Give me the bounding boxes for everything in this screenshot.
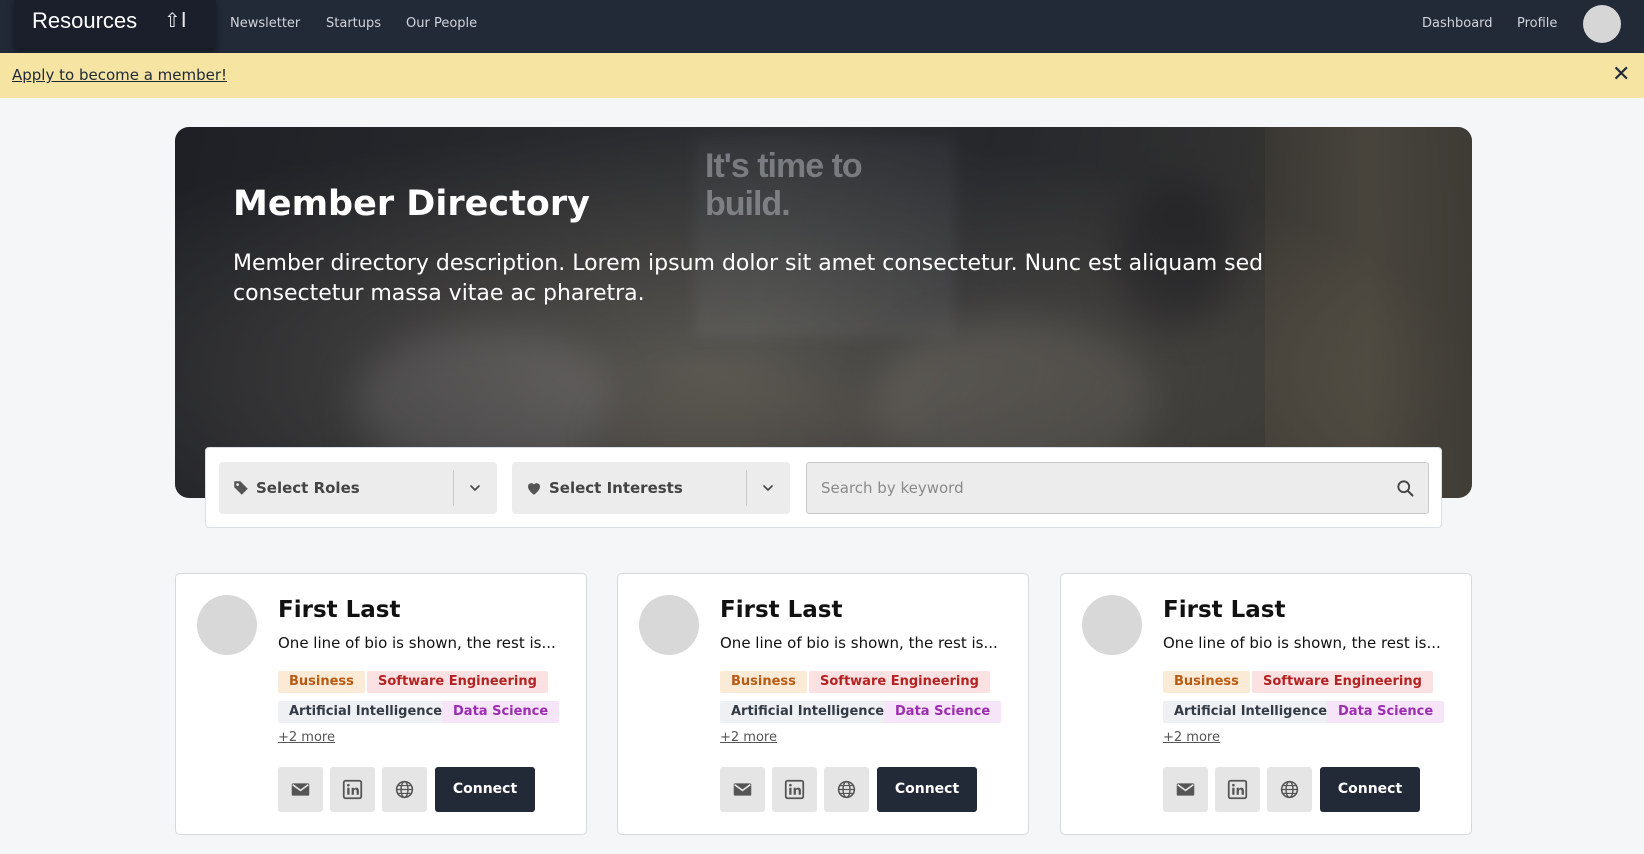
tag-data-science: Data Science: [884, 701, 1002, 723]
tag-artificial-intelligence: Artificial Intelligence: [278, 701, 454, 723]
tag-artificial-intelligence: Artificial Intelligence: [1163, 701, 1339, 723]
tag-business: Business: [278, 671, 365, 693]
hero-banner: It's time to build. Member Directory Mem…: [175, 127, 1472, 498]
linkedin-icon: [784, 779, 805, 800]
mail-icon: [733, 783, 752, 796]
user-avatar[interactable]: [1583, 5, 1621, 43]
page-title: Member Directory: [233, 184, 590, 224]
website-button[interactable]: [1267, 767, 1312, 812]
tag-artificial-intelligence: Artificial Intelligence: [720, 701, 896, 723]
avatar: [1082, 595, 1142, 655]
page-description: Member directory description. Lorem ipsu…: [233, 251, 1264, 306]
apply-member-link[interactable]: Apply to become a member!: [12, 66, 227, 84]
email-button[interactable]: [278, 767, 323, 812]
brand-title: Resources: [32, 8, 138, 33]
website-button[interactable]: [382, 767, 427, 812]
linkedin-icon: [342, 779, 363, 800]
chevron-down-icon[interactable]: [467, 480, 483, 496]
linkedin-button[interactable]: [330, 767, 375, 812]
member-bio: One line of bio is shown, the rest is...: [720, 634, 998, 652]
filter-bar: Select Roles Select Interests: [205, 447, 1442, 528]
globe-icon: [1280, 780, 1299, 799]
tag-business: Business: [720, 671, 807, 693]
globe-icon: [837, 780, 856, 799]
hero-sign-text: It's time to build.: [705, 147, 863, 223]
nav-link-profile[interactable]: Profile: [1517, 16, 1557, 31]
connect-button[interactable]: Connect: [1320, 767, 1420, 812]
close-icon[interactable]: ✕: [1612, 62, 1630, 87]
more-tags-link[interactable]: +2 more: [1163, 730, 1220, 745]
connect-button[interactable]: Connect: [435, 767, 535, 812]
brand-dropdown[interactable]: Resources ⇧I: [14, 0, 216, 48]
roles-select-label: Select Roles: [256, 479, 360, 497]
connect-button[interactable]: Connect: [877, 767, 977, 812]
avatar: [197, 595, 257, 655]
nav-link-newsletter[interactable]: Newsletter: [230, 16, 300, 31]
member-bio: One line of bio is shown, the rest is...: [1163, 634, 1441, 652]
tag-software-engineering: Software Engineering: [1252, 671, 1433, 693]
more-tags-link[interactable]: +2 more: [278, 730, 335, 745]
search-icon[interactable]: [1395, 478, 1415, 498]
tag-business: Business: [1163, 671, 1250, 693]
member-name: First Last: [1163, 597, 1286, 623]
tag-software-engineering: Software Engineering: [809, 671, 990, 693]
interests-select[interactable]: Select Interests: [512, 462, 790, 514]
text-cursor-icon: ⇧I: [164, 8, 187, 32]
email-button[interactable]: [1163, 767, 1208, 812]
globe-icon: [395, 780, 414, 799]
tag-data-science: Data Science: [1327, 701, 1445, 723]
member-banner: Apply to become a member! ✕: [0, 53, 1644, 98]
member-card: First Last One line of bio is shown, the…: [175, 573, 587, 835]
nav-link-startups[interactable]: Startups: [326, 16, 381, 31]
chevron-down-icon[interactable]: [760, 480, 776, 496]
mail-icon: [1176, 783, 1195, 796]
mail-icon: [291, 783, 310, 796]
nav-link-dashboard[interactable]: Dashboard: [1422, 16, 1493, 31]
member-card: First Last One line of bio is shown, the…: [617, 573, 1029, 835]
member-name: First Last: [278, 597, 401, 623]
linkedin-button[interactable]: [772, 767, 817, 812]
avatar: [639, 595, 699, 655]
website-button[interactable]: [824, 767, 869, 812]
select-divider: [453, 470, 454, 506]
search-field: [806, 462, 1429, 514]
member-name: First Last: [720, 597, 843, 623]
email-button[interactable]: [720, 767, 765, 812]
tag-icon: [234, 481, 248, 495]
search-input[interactable]: [807, 463, 1387, 513]
heart-icon: [528, 483, 540, 495]
linkedin-icon: [1227, 779, 1248, 800]
top-nav: Resources ⇧I Newsletter Startups Our Peo…: [0, 0, 1644, 53]
tag-data-science: Data Science: [442, 701, 560, 723]
member-card: First Last One line of bio is shown, the…: [1060, 573, 1472, 835]
roles-select[interactable]: Select Roles: [219, 462, 497, 514]
tag-software-engineering: Software Engineering: [367, 671, 548, 693]
select-divider: [746, 470, 747, 506]
nav-link-our-people[interactable]: Our People: [406, 16, 477, 31]
interests-select-label: Select Interests: [549, 479, 683, 497]
more-tags-link[interactable]: +2 more: [720, 730, 777, 745]
linkedin-button[interactable]: [1215, 767, 1260, 812]
member-bio: One line of bio is shown, the rest is...: [278, 634, 556, 652]
